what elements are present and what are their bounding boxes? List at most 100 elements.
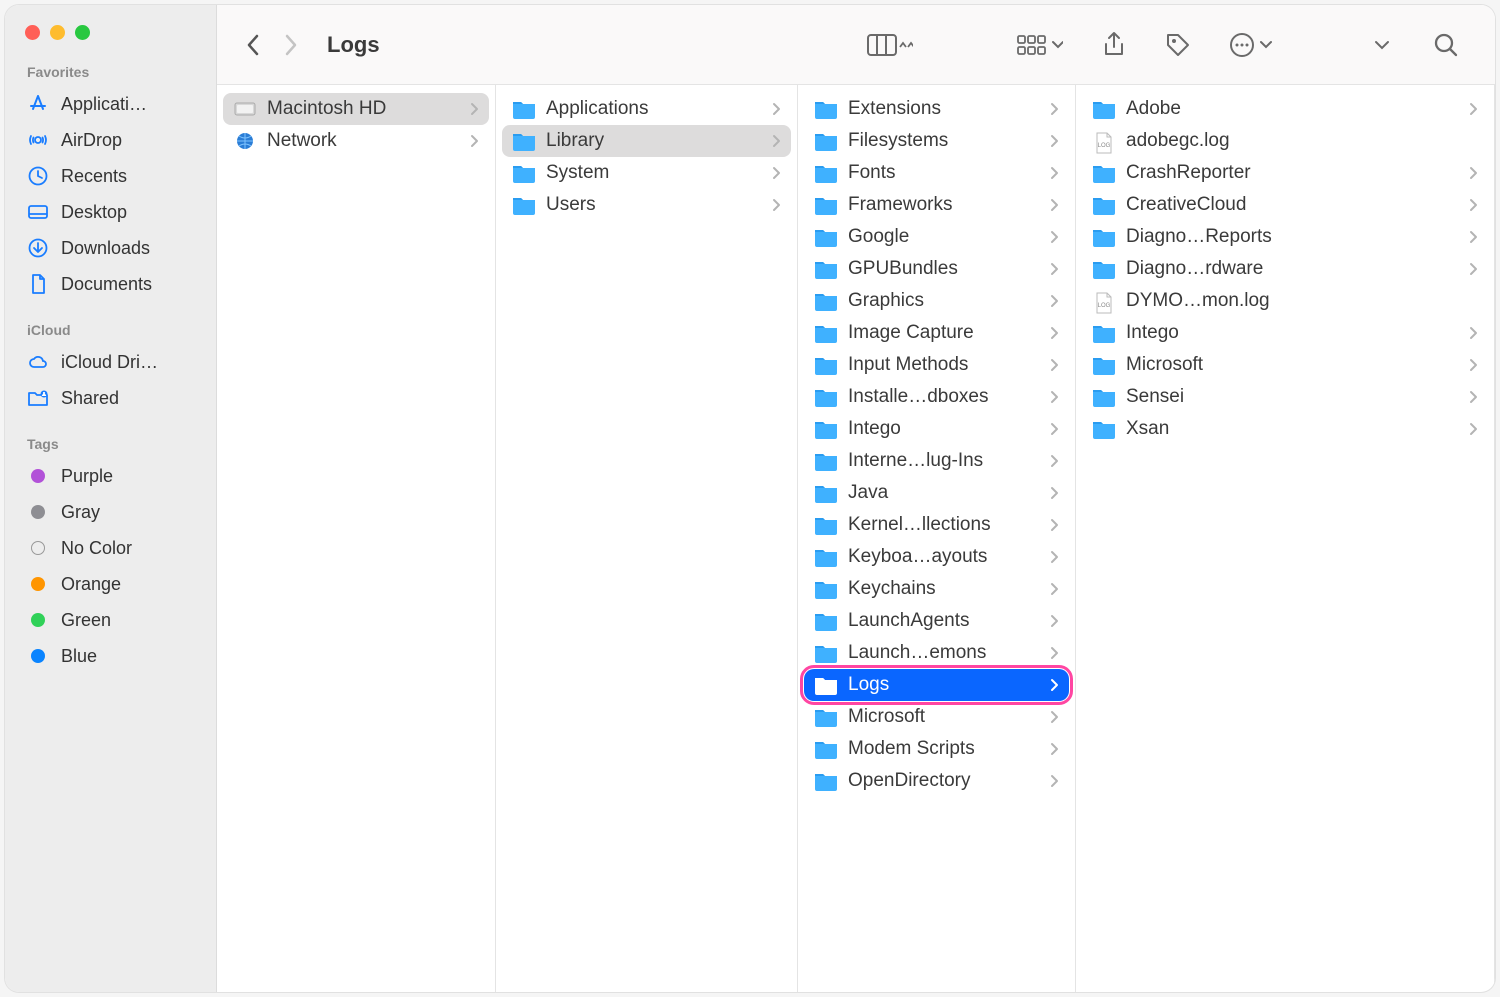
folder-icon bbox=[1092, 259, 1116, 279]
file-row[interactable]: Sensei bbox=[1082, 381, 1488, 413]
file-row[interactable]: Google bbox=[804, 221, 1069, 253]
file-row[interactable]: Intego bbox=[804, 413, 1069, 445]
file-row[interactable]: Microsoft bbox=[1082, 349, 1488, 381]
file-row[interactable]: Frameworks bbox=[804, 189, 1069, 221]
file-row[interactable]: LOGDYMO…mon.log bbox=[1082, 285, 1488, 317]
sidebar-item[interactable]: Orange bbox=[5, 566, 216, 602]
file-row[interactable]: LOGadobegc.log bbox=[1082, 125, 1488, 157]
file-row[interactable]: CrashReporter bbox=[1082, 157, 1488, 189]
window-title: Logs bbox=[327, 32, 380, 58]
file-row[interactable]: Fonts bbox=[804, 157, 1069, 189]
file-row[interactable]: Keychains bbox=[804, 573, 1069, 605]
file-row-label: Sensei bbox=[1126, 386, 1459, 408]
maximize-window-button[interactable] bbox=[75, 25, 90, 40]
search-button[interactable] bbox=[1427, 26, 1465, 64]
file-row[interactable]: Microsoft bbox=[804, 701, 1069, 733]
chevron-right-icon bbox=[772, 166, 781, 180]
shared-folder-icon bbox=[27, 387, 49, 409]
file-row-label: Extensions bbox=[848, 98, 1040, 120]
sidebar-item[interactable]: Purple bbox=[5, 458, 216, 494]
file-row[interactable]: Interne…lug-Ins bbox=[804, 445, 1069, 477]
file-row-label: Kernel…llections bbox=[848, 514, 1040, 536]
minimize-window-button[interactable] bbox=[50, 25, 65, 40]
folder-icon bbox=[814, 163, 838, 183]
forward-button[interactable] bbox=[275, 29, 307, 61]
file-row[interactable]: Users bbox=[502, 189, 791, 221]
sidebar-item[interactable]: Recents bbox=[5, 158, 216, 194]
file-row[interactable]: Installe…dboxes bbox=[804, 381, 1069, 413]
view-columns-button[interactable] bbox=[861, 26, 919, 64]
chevron-right-icon bbox=[1050, 326, 1059, 340]
file-row[interactable]: OpenDirectory bbox=[804, 765, 1069, 797]
file-row[interactable]: Diagno…rdware bbox=[1082, 253, 1488, 285]
file-row-label: Google bbox=[848, 226, 1040, 248]
file-row[interactable]: Image Capture bbox=[804, 317, 1069, 349]
close-window-button[interactable] bbox=[25, 25, 40, 40]
folder-icon bbox=[814, 419, 838, 439]
sidebar-item[interactable]: iCloud Dri… bbox=[5, 344, 216, 380]
folder-icon bbox=[814, 195, 838, 215]
sidebar-item[interactable]: AirDrop bbox=[5, 122, 216, 158]
sidebar-item[interactable]: Green bbox=[5, 602, 216, 638]
dropdown-button[interactable] bbox=[1363, 26, 1401, 64]
back-button[interactable] bbox=[237, 29, 269, 61]
chevron-right-icon bbox=[470, 102, 479, 116]
sidebar-item[interactable]: Blue bbox=[5, 638, 216, 674]
chevron-right-icon bbox=[1050, 678, 1059, 692]
file-row[interactable]: Diagno…Reports bbox=[1082, 221, 1488, 253]
sidebar-item-label: Blue bbox=[61, 646, 97, 667]
file-row-label: Java bbox=[848, 482, 1040, 504]
folder-icon bbox=[1092, 195, 1116, 215]
chevron-right-icon bbox=[1050, 134, 1059, 148]
svg-text:LOG: LOG bbox=[1098, 303, 1111, 309]
file-row[interactable]: Library bbox=[502, 125, 791, 157]
file-row[interactable]: Launch…emons bbox=[804, 637, 1069, 669]
file-row[interactable]: Java bbox=[804, 477, 1069, 509]
file-row[interactable]: Xsan bbox=[1082, 413, 1488, 445]
sidebar-item[interactable]: Shared bbox=[5, 380, 216, 416]
sidebar-item[interactable]: Applicati… bbox=[5, 86, 216, 122]
share-button[interactable] bbox=[1095, 26, 1133, 64]
file-row[interactable]: Network bbox=[223, 125, 489, 157]
sidebar-item[interactable]: Desktop bbox=[5, 194, 216, 230]
action-menu-button[interactable] bbox=[1223, 26, 1281, 64]
group-by-button[interactable] bbox=[1011, 26, 1069, 64]
sidebar-item[interactable]: No Color bbox=[5, 530, 216, 566]
file-row-label: Installe…dboxes bbox=[848, 386, 1040, 408]
sidebar-item[interactable]: Downloads bbox=[5, 230, 216, 266]
file-row[interactable]: Adobe bbox=[1082, 93, 1488, 125]
file-row-label: Graphics bbox=[848, 290, 1040, 312]
file-row[interactable]: Logs bbox=[804, 669, 1069, 701]
app-store-icon bbox=[27, 93, 49, 115]
file-row-label: Applications bbox=[546, 98, 762, 120]
window-controls bbox=[5, 21, 216, 58]
file-row[interactable]: Applications bbox=[502, 93, 791, 125]
file-row[interactable]: CreativeCloud bbox=[1082, 189, 1488, 221]
folder-icon bbox=[1092, 323, 1116, 343]
file-row[interactable]: GPUBundles bbox=[804, 253, 1069, 285]
document-icon bbox=[27, 273, 49, 295]
file-row[interactable]: Intego bbox=[1082, 317, 1488, 349]
file-row[interactable]: Modem Scripts bbox=[804, 733, 1069, 765]
file-row[interactable]: Kernel…llections bbox=[804, 509, 1069, 541]
file-row[interactable]: Filesystems bbox=[804, 125, 1069, 157]
file-row[interactable]: Input Methods bbox=[804, 349, 1069, 381]
file-row[interactable]: Extensions bbox=[804, 93, 1069, 125]
file-row-label: Adobe bbox=[1126, 98, 1459, 120]
sidebar-item-label: Applicati… bbox=[61, 94, 147, 115]
chevron-right-icon bbox=[1469, 326, 1478, 340]
file-row[interactable]: Graphics bbox=[804, 285, 1069, 317]
sidebar-item[interactable]: Documents bbox=[5, 266, 216, 302]
file-row[interactable]: LaunchAgents bbox=[804, 605, 1069, 637]
finder-window: FavoritesApplicati…AirDropRecentsDesktop… bbox=[5, 5, 1495, 992]
file-row[interactable]: Keyboa…ayouts bbox=[804, 541, 1069, 573]
folder-icon bbox=[814, 99, 838, 119]
sidebar-item[interactable]: Gray bbox=[5, 494, 216, 530]
file-row-label: Filesystems bbox=[848, 130, 1040, 152]
tags-button[interactable] bbox=[1159, 26, 1197, 64]
file-row[interactable]: System bbox=[502, 157, 791, 189]
file-row[interactable]: Macintosh HD bbox=[223, 93, 489, 125]
file-row-label: Microsoft bbox=[848, 706, 1040, 728]
file-row-label: Xsan bbox=[1126, 418, 1459, 440]
chevron-right-icon bbox=[1050, 614, 1059, 628]
